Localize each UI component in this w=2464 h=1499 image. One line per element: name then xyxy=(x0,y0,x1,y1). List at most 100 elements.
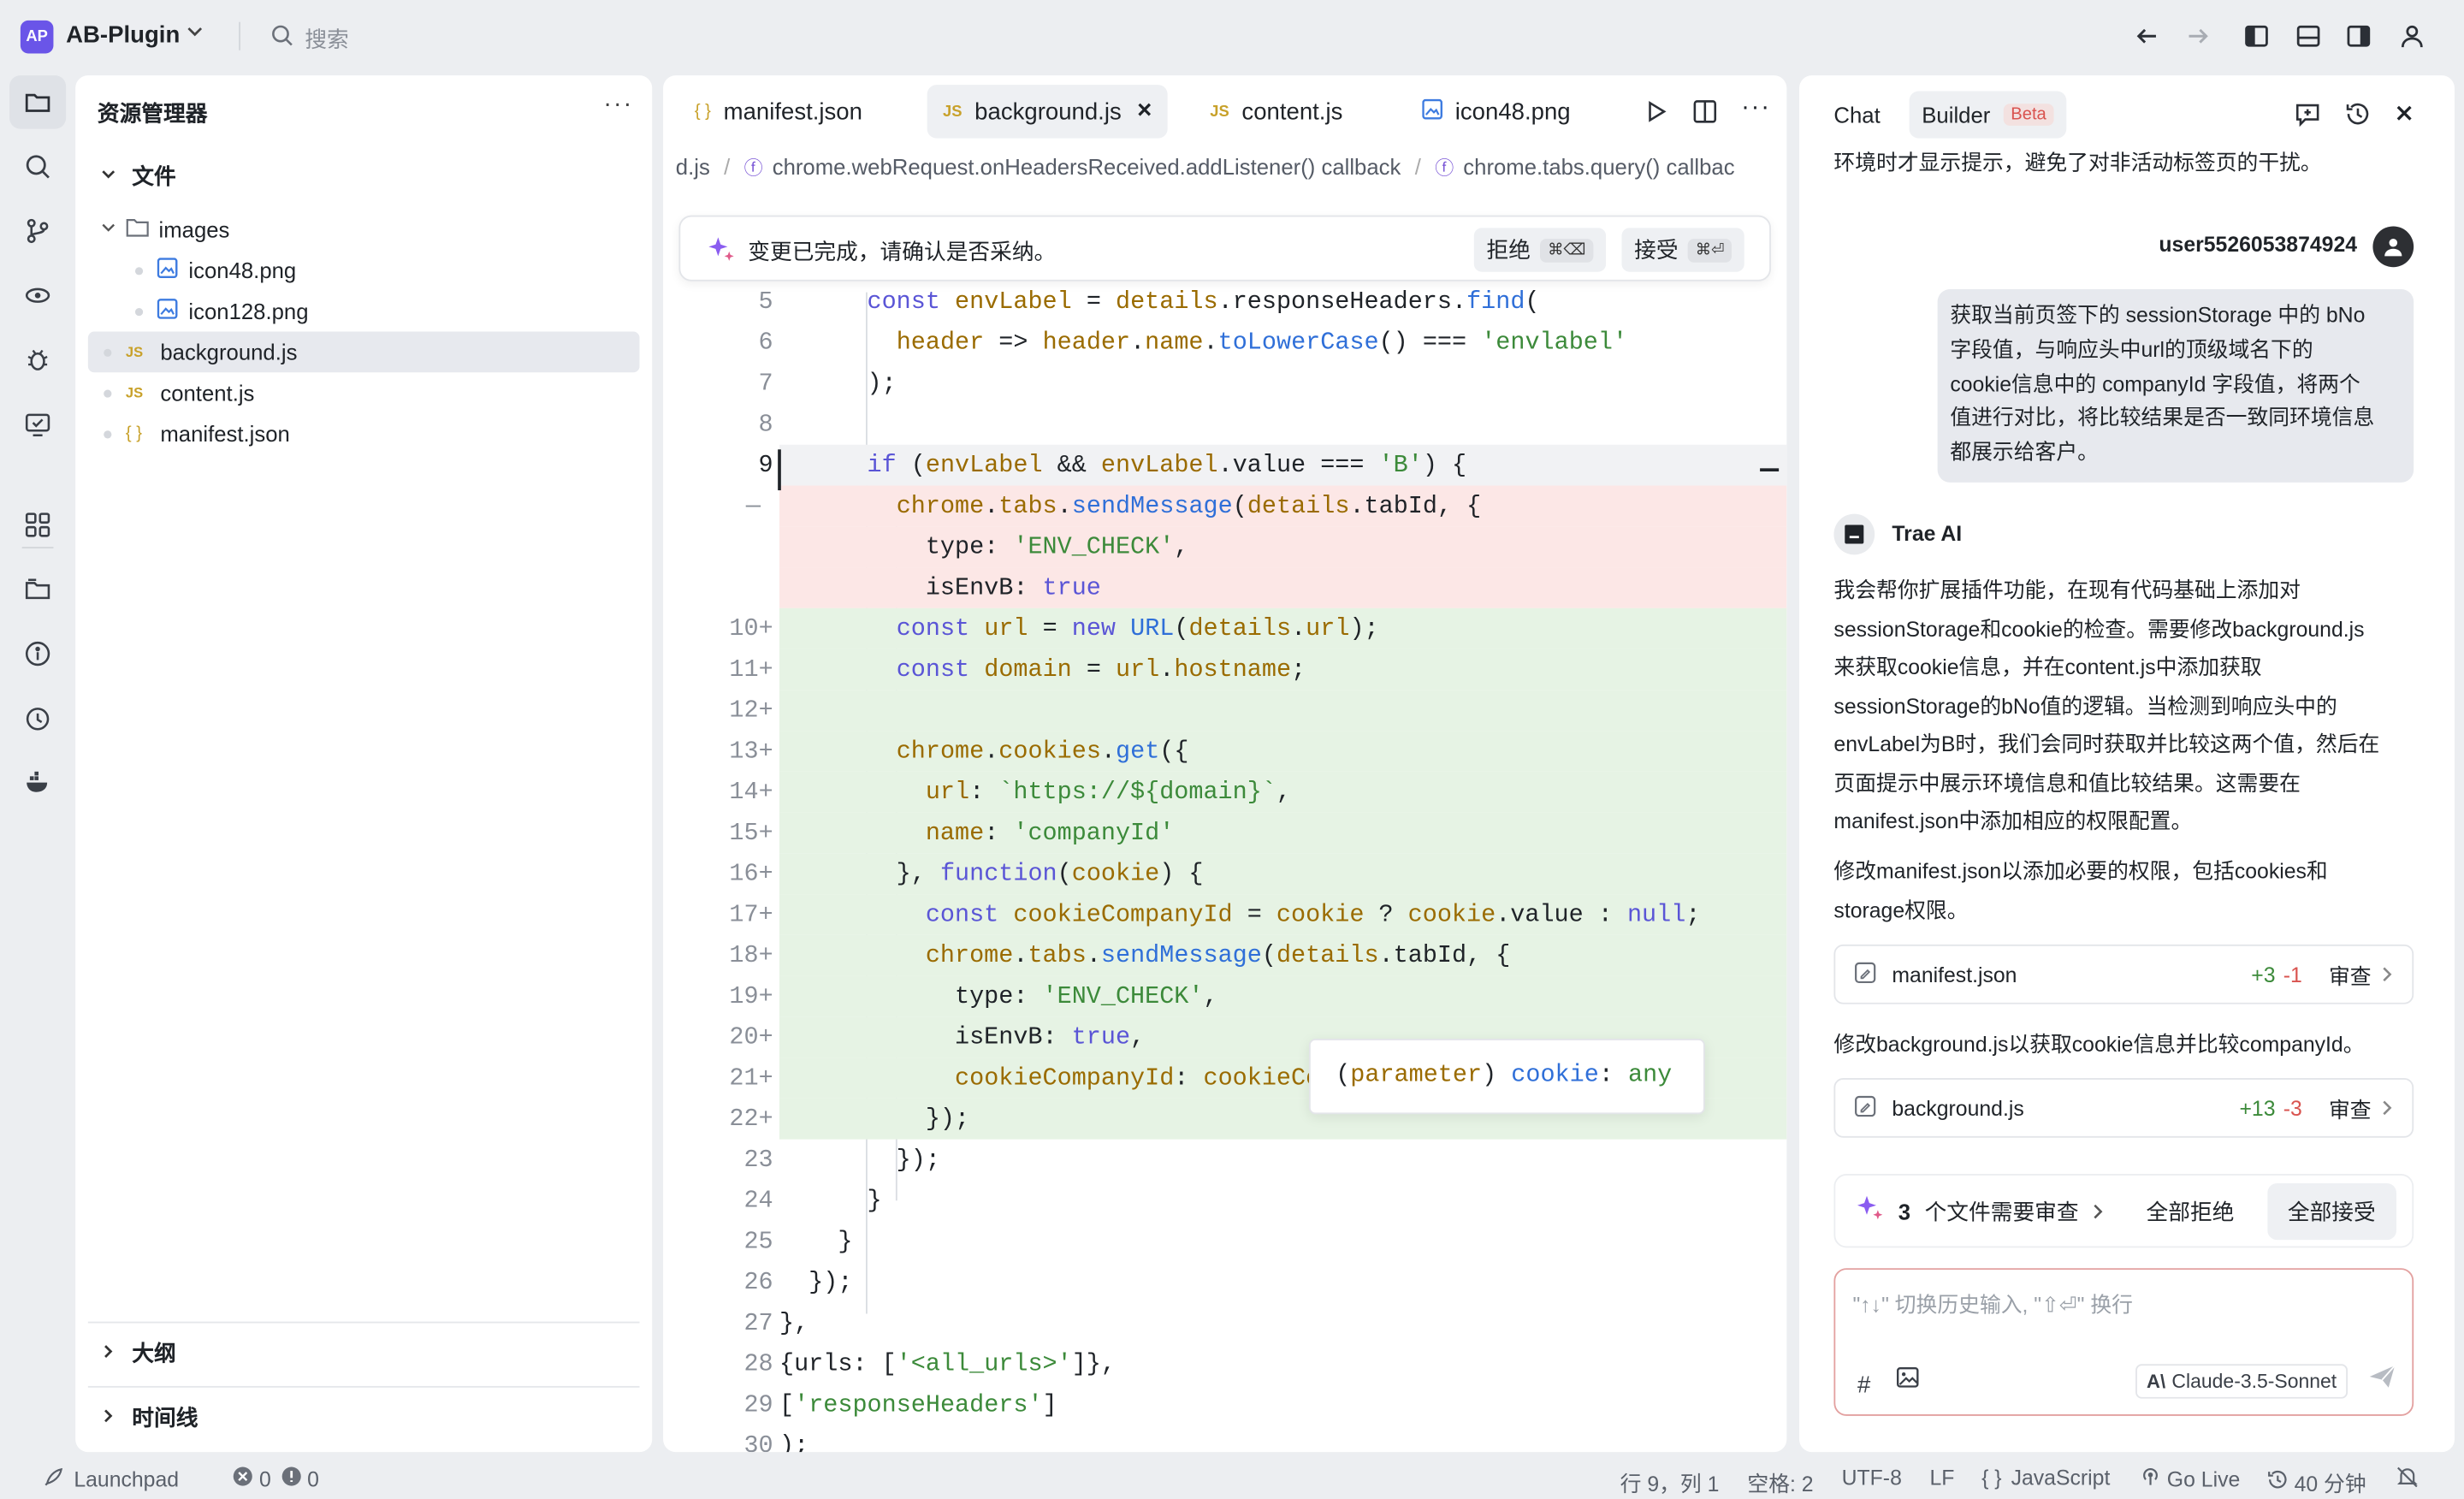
extensions-icon[interactable] xyxy=(9,498,66,551)
line-number: 12+ xyxy=(729,696,773,725)
code-line: const url = new URL(details.url); xyxy=(779,607,1787,649)
line-number: 28 xyxy=(743,1349,773,1378)
review-button[interactable]: 审查 xyxy=(2329,958,2372,990)
encoding[interactable]: UTF-8 xyxy=(1842,1466,1902,1490)
section-files[interactable]: 文件 xyxy=(88,156,640,197)
search-input[interactable]: 搜索 xyxy=(305,24,348,56)
more-actions-button[interactable]: ··· xyxy=(603,92,633,120)
close-icon[interactable] xyxy=(2389,98,2420,129)
source-control-icon[interactable] xyxy=(9,204,66,258)
change-card-background[interactable]: background.js +13 -3 审查 xyxy=(1833,1077,2414,1138)
image-file-icon xyxy=(1422,98,1442,125)
history-icon[interactable] xyxy=(2342,98,2373,129)
session-timer[interactable]: 40 分钟 xyxy=(2267,1466,2366,1498)
file-background-js[interactable]: JS background.js xyxy=(87,331,640,373)
tab-background-js[interactable]: JS background.js × xyxy=(927,85,1168,139)
search-icon[interactable] xyxy=(270,24,294,56)
new-chat-icon[interactable] xyxy=(2291,98,2323,129)
run-icon[interactable] xyxy=(1644,99,1668,133)
line-number: 14+ xyxy=(729,778,773,807)
file-icon128[interactable]: icon128.png xyxy=(88,291,640,332)
tab-content-js[interactable]: JS content.js xyxy=(1194,85,1359,138)
toggle-left-panel-icon[interactable] xyxy=(2241,21,2272,52)
message-line: sessionStorage的bNo值的逻辑。当检测到响应头中的 xyxy=(1833,693,2337,718)
preview-icon[interactable] xyxy=(9,398,66,451)
line-number: 15+ xyxy=(729,818,773,847)
breadcrumb-item[interactable]: chrome.tabs.query() callbac xyxy=(1463,154,1734,179)
change-card-manifest[interactable]: manifest.json +3 -1 审查 xyxy=(1833,944,2414,1004)
language-mode[interactable]: { } JavaScript xyxy=(1981,1466,2110,1490)
chevron-right-icon xyxy=(98,1342,120,1363)
divider xyxy=(239,21,241,50)
code-line: {urls: ['<all_urls>']}, xyxy=(779,1349,1116,1378)
tab-manifest-json[interactable]: { } manifest.json xyxy=(678,85,878,138)
code-editor[interactable]: 5 6 7 8 9 10+ 11+ 12+ 13+ 14+ 15+ 16+ 17+ 18+ 19+ 20+ 21… xyxy=(663,287,1787,1453)
close-icon[interactable]: × xyxy=(1137,98,1152,126)
review-label[interactable]: 个文件需要审查 xyxy=(1925,1195,2079,1227)
hover-tooltip: (parameter) cookie: any xyxy=(1308,1039,1705,1115)
project-name[interactable]: AB-Plugin xyxy=(66,22,180,49)
more-icon[interactable]: ··· xyxy=(1741,94,1771,122)
toggle-bottom-panel-icon[interactable] xyxy=(2293,21,2325,52)
notifications-muted-icon[interactable] xyxy=(2396,1466,2419,1489)
hash-button[interactable]: # xyxy=(1857,1372,1870,1398)
text-cursor xyxy=(778,449,781,491)
launchpad-button[interactable]: Launchpad xyxy=(43,1466,179,1493)
tab-label: background.js xyxy=(974,98,1122,126)
accept-all-button[interactable]: 全部接受 xyxy=(2266,1182,2396,1240)
message-line: envLabel为B时，我们会同时获取并比较这两个值，然后在 xyxy=(1833,732,2380,756)
section-timeline[interactable]: 时间线 xyxy=(88,1397,640,1438)
code-line xyxy=(779,690,1787,732)
message-line: sessionStorage和cookie的检查。需要修改background.… xyxy=(1833,616,2365,641)
go-live-button[interactable]: Go Live xyxy=(2141,1466,2240,1491)
line-number: 9 xyxy=(758,451,773,480)
code-line: ); xyxy=(779,1431,809,1453)
additions-count: +3 xyxy=(2251,962,2276,986)
image-upload-icon[interactable] xyxy=(1896,1367,1919,1395)
explorer-icon[interactable] xyxy=(9,75,67,129)
user-name: user5526053874924 xyxy=(2159,232,2358,257)
code-line: header => header.name.toLowerCase() === … xyxy=(896,328,1628,357)
tab-chat[interactable]: Chat xyxy=(1821,92,1893,139)
cursor-position[interactable]: 行 9，列 1 xyxy=(1620,1466,1720,1498)
back-arrow-icon[interactable] xyxy=(2131,21,2163,52)
split-editor-icon[interactable] xyxy=(1692,99,1717,133)
folder-label: images xyxy=(158,216,230,242)
file-icon48[interactable]: icon48.png xyxy=(88,250,640,291)
project-logo[interactable]: AP xyxy=(20,20,54,54)
remote-icon[interactable] xyxy=(9,269,66,322)
forward-arrow-icon[interactable] xyxy=(2183,21,2214,52)
chat-input[interactable]: "↑↓" 切换历史输入, "⇧⏎" 换行 # A\ Claude-3.5-Sonn… xyxy=(1833,1268,2414,1416)
account-icon[interactable] xyxy=(2396,21,2428,52)
section-outline-label: 大纲 xyxy=(132,1340,176,1366)
chevron-down-icon[interactable] xyxy=(186,22,204,46)
section-outline[interactable]: 大纲 xyxy=(88,1333,640,1374)
model-selector[interactable]: A\ Claude-3.5-Sonnet xyxy=(2135,1364,2348,1399)
problems-indicator[interactable]: 0 0 xyxy=(233,1466,319,1491)
file-manifest-json[interactable]: { } manifest.json xyxy=(88,413,640,454)
search-icon[interactable] xyxy=(9,139,66,193)
send-icon[interactable] xyxy=(2368,1364,2396,1397)
line-ending[interactable]: LF xyxy=(1929,1466,1954,1490)
tab-builder[interactable]: Builder Beta xyxy=(1909,91,2067,139)
accept-button[interactable]: 接受 ⌘⏎ xyxy=(1621,228,1745,272)
line-number: 22+ xyxy=(729,1105,773,1134)
reject-button[interactable]: 拒绝 ⌘⌫ xyxy=(1473,228,1607,272)
reject-all-button[interactable]: 全部拒绝 xyxy=(2126,1182,2255,1239)
git-graph-icon[interactable] xyxy=(9,627,66,680)
indentation[interactable]: 空格: 2 xyxy=(1747,1466,1813,1498)
breadcrumb-item[interactable]: d.js xyxy=(676,154,710,179)
tab-icon48-png[interactable]: icon48.png xyxy=(1407,85,1586,138)
file-content-js[interactable]: JS content.js xyxy=(88,372,640,413)
review-button[interactable]: 审查 xyxy=(2329,1093,2372,1124)
status-bar: Launchpad 0 0 行 9，列 1 空格: 2 UTF-8 LF { }… xyxy=(0,1458,2464,1499)
message-line: 来获取cookie信息，并在content.js中添加获取 xyxy=(1833,655,2262,679)
folder-stack-icon[interactable] xyxy=(9,563,66,616)
breadcrumb-item[interactable]: chrome.webRequest.onHeadersReceived.addL… xyxy=(773,154,1401,179)
indent-dot xyxy=(104,347,112,357)
docker-icon[interactable] xyxy=(9,755,66,809)
folder-images[interactable]: images xyxy=(88,209,640,250)
timer-icon[interactable] xyxy=(9,691,66,744)
toggle-right-panel-icon[interactable] xyxy=(2343,21,2375,52)
debug-icon[interactable] xyxy=(9,333,66,386)
